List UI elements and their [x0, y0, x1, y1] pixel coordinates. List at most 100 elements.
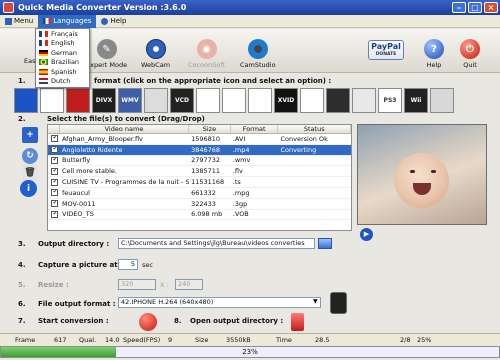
start-conversion-button[interactable]	[139, 313, 157, 331]
row-name: Cell more stable.	[61, 167, 117, 176]
menu-menu[interactable]: Menu	[0, 15, 38, 28]
table-row[interactable]: Cell more stable. 1385711 .flv	[48, 166, 351, 178]
resize-height-input[interactable]: 240	[175, 279, 203, 290]
chevron-down-icon[interactable]: ▼	[313, 298, 318, 305]
play-icon: ▶	[363, 230, 370, 238]
maximize-button[interactable]: □	[468, 2, 482, 13]
step5-text: Resize :	[38, 281, 69, 289]
row-checkbox[interactable]	[51, 200, 59, 208]
table-row[interactable]: MOV-0011 322433 .3gp	[48, 199, 351, 210]
device-divx-icon[interactable]: DIVX	[92, 88, 116, 113]
row-checkbox[interactable]	[51, 210, 59, 218]
flag-icon	[39, 30, 48, 37]
menu-label: Help	[110, 17, 127, 25]
title-bar: Quick Media Converter Version :3.6.0 – □…	[0, 0, 500, 15]
row-name: CUISINE TV - Programmes de la nuit - S	[61, 178, 190, 187]
languages-dropdown: Français English German Brazilian Spanis…	[35, 28, 90, 88]
step2-text: Select the file(s) to convert (Drag/Drop…	[47, 115, 205, 123]
menu-help[interactable]: Help	[96, 15, 131, 28]
add-file-button[interactable]: +	[22, 127, 38, 143]
help-button[interactable]: ? Help	[424, 39, 444, 69]
device-wii-icon[interactable]: Wii	[404, 88, 428, 113]
remove-file-button[interactable]: 🗑	[22, 165, 38, 181]
device-xvid-icon[interactable]: XVID	[274, 88, 298, 113]
table-header-name[interactable]: Video name	[60, 125, 190, 133]
language-item-brazilian[interactable]: Brazilian	[36, 58, 89, 68]
refresh-button[interactable]: ↻	[22, 148, 38, 164]
table-row[interactable]: Butterfly 2797732 .wmv	[48, 156, 351, 167]
paypal-donate-button[interactable]: PayPal DONATE	[368, 40, 404, 60]
row-name: Afghan_Army_Blooper.flv	[61, 134, 143, 143]
camstudio-button[interactable]: CamStudio	[240, 39, 276, 69]
row-checkbox[interactable]	[51, 135, 59, 143]
table-header-format[interactable]: Format	[231, 125, 279, 133]
device-ipod-icon[interactable]	[196, 88, 220, 113]
expert-mode-button[interactable]: ✎ Expert Mode	[86, 39, 127, 69]
row-checkbox[interactable]	[51, 189, 59, 197]
capture-seconds-input[interactable]: 5	[118, 259, 138, 270]
easy-mode-button[interactable]: Eas	[24, 57, 35, 65]
step6-text: File output format :	[38, 300, 116, 308]
device-vcd-icon[interactable]: VCD	[170, 88, 194, 113]
language-item-english[interactable]: English	[36, 39, 89, 49]
device-ps3-icon[interactable]: PS3	[378, 88, 402, 113]
table-header-status[interactable]: Status	[278, 125, 351, 133]
table-row[interactable]: Afghan_Army_Blooper.flv 1596810 .AVI Con…	[48, 134, 351, 145]
row-checkbox[interactable]	[51, 156, 59, 164]
device-phone-icon[interactable]	[248, 88, 272, 113]
table-header-size[interactable]: Size	[189, 125, 231, 133]
device-sharp-icon[interactable]	[40, 88, 64, 113]
row-size: 3846768	[191, 145, 221, 154]
trash-icon: 🗑	[24, 168, 36, 178]
resize-width-input[interactable]: 320	[118, 279, 156, 290]
output-directory-input[interactable]: C:\Documents and Settings\jlg\Bureau\vid…	[118, 238, 315, 249]
device-dvd-icon[interactable]	[144, 88, 168, 113]
output-format-select[interactable]: 42.IPHONE H.264 (640x480)	[118, 297, 321, 308]
language-item-german[interactable]: German	[36, 48, 89, 58]
row-checkbox[interactable]	[51, 167, 59, 175]
menu-languages[interactable]: Languages	[38, 14, 97, 28]
device-flash-icon[interactable]	[66, 88, 90, 113]
language-item-dutch[interactable]: Dutch	[36, 77, 89, 87]
step1-text: format (click on the appropriate icon an…	[94, 77, 332, 85]
quit-button[interactable]: ⏻ Quit	[460, 39, 480, 69]
device-quicktime-icon[interactable]	[14, 88, 38, 113]
row-size: 11531168	[191, 178, 225, 187]
quality-value: 14.0	[105, 335, 120, 344]
video-preview	[357, 124, 487, 225]
row-checkbox[interactable]	[51, 178, 59, 186]
file-table: Video name Size Format Status Afghan_Arm…	[47, 124, 352, 231]
device-ds-icon[interactable]	[430, 88, 454, 113]
refresh-icon: ↻	[26, 151, 34, 161]
language-item-francais[interactable]: Français	[36, 29, 89, 39]
row-checkbox[interactable]	[51, 146, 59, 154]
row-format: .3gp	[232, 199, 248, 208]
row-size: 661332	[191, 188, 216, 197]
webcam-button[interactable]: WebCam	[141, 39, 170, 69]
resize-separator: X :	[160, 281, 169, 289]
table-row[interactable]: feuaucul 661332 .mpg	[48, 188, 351, 199]
browse-folder-button[interactable]	[318, 238, 332, 249]
language-item-spanish[interactable]: Spanish	[36, 67, 89, 77]
row-format: .mpg	[232, 188, 250, 197]
table-row[interactable]: VIDEO_TS 6.098 mb .VOB	[48, 210, 351, 221]
language-label: German	[51, 48, 78, 57]
row-size: 322433	[191, 199, 216, 208]
minimize-button[interactable]: –	[452, 2, 466, 13]
info-button[interactable]: i	[20, 180, 37, 197]
open-directory-button[interactable]	[291, 313, 304, 331]
file-percent: 25%	[417, 335, 432, 344]
device-wmv-icon[interactable]: WMV	[118, 88, 142, 113]
table-row[interactable]: Angioletto Ridente 3846768 .mp4 Converti…	[48, 144, 351, 156]
device-xbox360-icon[interactable]	[352, 88, 376, 113]
cocoonsoft-button[interactable]: ◉ CocoonSoft	[188, 39, 225, 69]
frame-label: Frame	[15, 335, 36, 344]
device-psp-icon[interactable]	[300, 88, 324, 113]
device-iphone-icon[interactable]	[222, 88, 246, 113]
question-icon: ?	[424, 39, 444, 59]
device-xbox-icon[interactable]	[326, 88, 350, 113]
close-button[interactable]: ×	[484, 2, 498, 13]
play-button[interactable]: ▶	[360, 228, 373, 241]
table-row[interactable]: CUISINE TV - Programmes de la nuit - S 1…	[48, 177, 351, 188]
speed-value: 9	[168, 335, 173, 344]
